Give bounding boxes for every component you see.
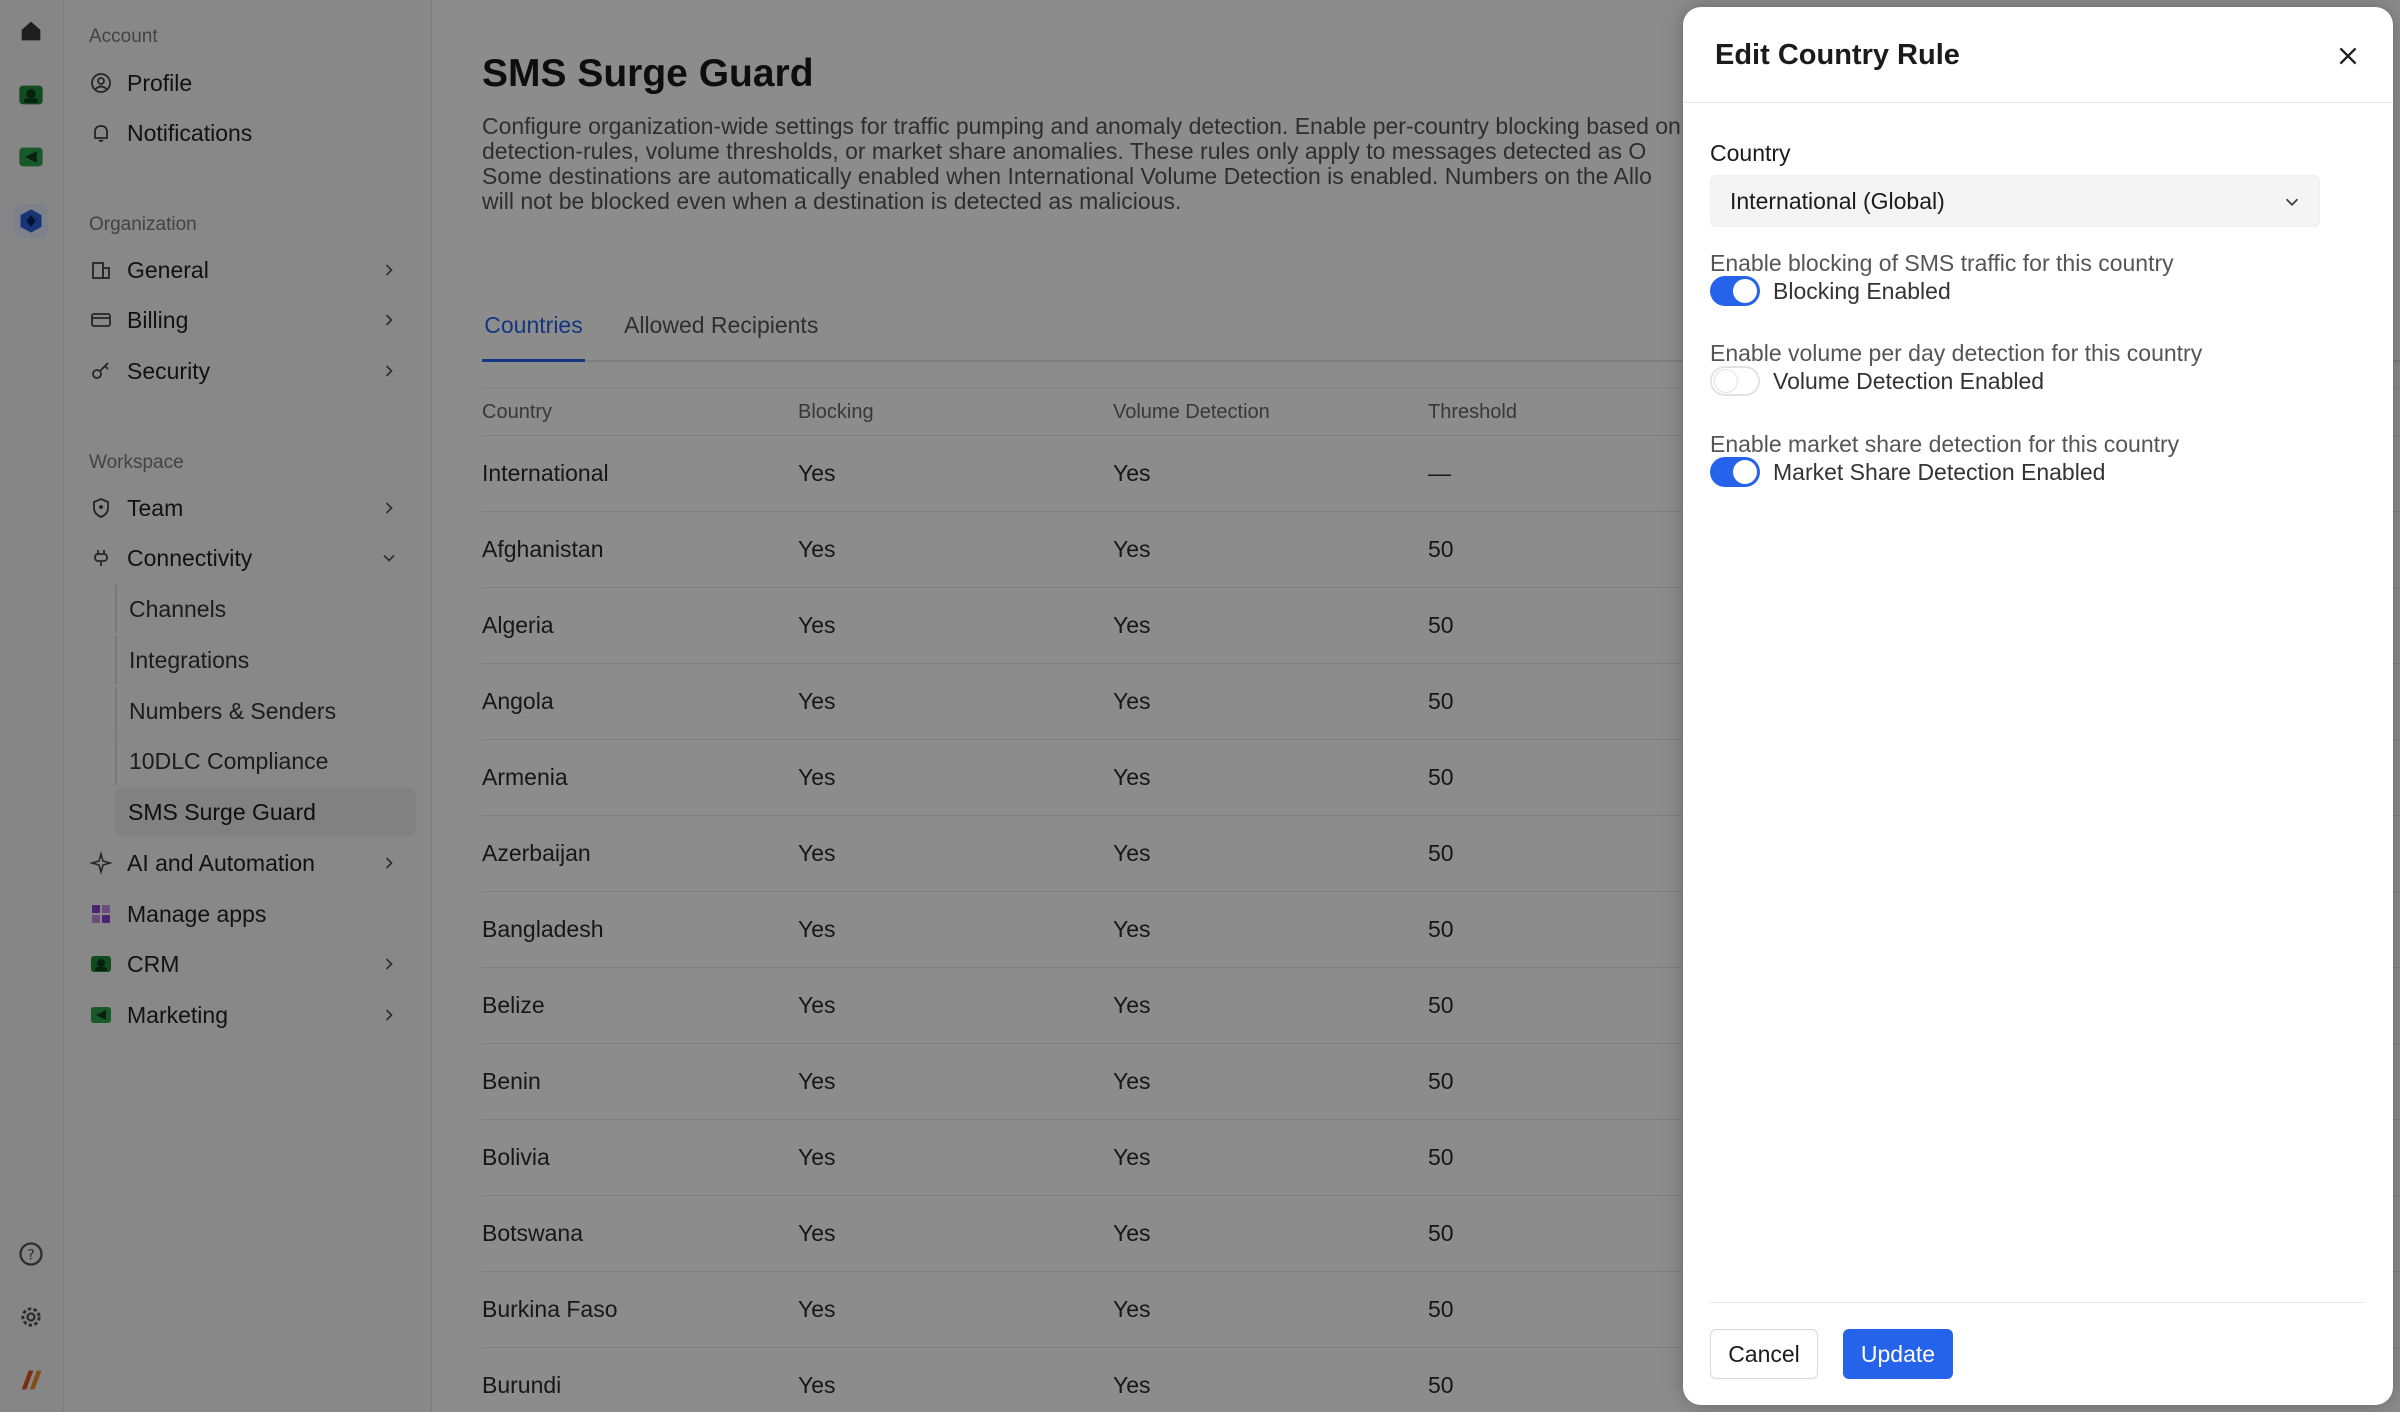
country-field-label: Country <box>1710 140 1791 166</box>
volume-detection-toggle[interactable] <box>1710 366 1760 396</box>
close-button[interactable] <box>2333 41 2363 71</box>
country-select-value: International (Global) <box>1730 187 1945 214</box>
market-share-toggle-row[interactable]: Market Share Detection Enabled <box>1710 457 2105 487</box>
drawer-title: Edit Country Rule <box>1715 39 1960 71</box>
volume-toggle-row[interactable]: Volume Detection Enabled <box>1710 366 2044 396</box>
blocking-toggle[interactable] <box>1710 276 1760 306</box>
market-share-toggle-label: Market Share Detection Enabled <box>1773 458 2106 485</box>
cancel-button[interactable]: Cancel <box>1710 1329 1818 1379</box>
market-share-toggle[interactable] <box>1710 457 1760 487</box>
blocking-description: Enable blocking of SMS traffic for this … <box>1710 250 2174 276</box>
market-share-description: Enable market share detection for this c… <box>1710 431 2180 457</box>
edit-country-rule-drawer: Edit Country Rule Country International … <box>1683 7 2393 1405</box>
drawer-header: Edit Country Rule <box>1683 7 2393 103</box>
close-icon <box>2339 47 2357 65</box>
volume-toggle-label: Volume Detection Enabled <box>1773 367 2045 394</box>
volume-description: Enable volume per day detection for this… <box>1710 340 2203 366</box>
update-button[interactable]: Update <box>1843 1329 1953 1379</box>
drawer-footer-divider <box>1710 1302 2365 1303</box>
blocking-toggle-label: Blocking Enabled <box>1773 277 1951 304</box>
country-select[interactable]: International (Global) <box>1710 175 2320 227</box>
chevron-down-icon <box>2285 198 2299 207</box>
blocking-toggle-row[interactable]: Blocking Enabled <box>1710 276 1951 306</box>
